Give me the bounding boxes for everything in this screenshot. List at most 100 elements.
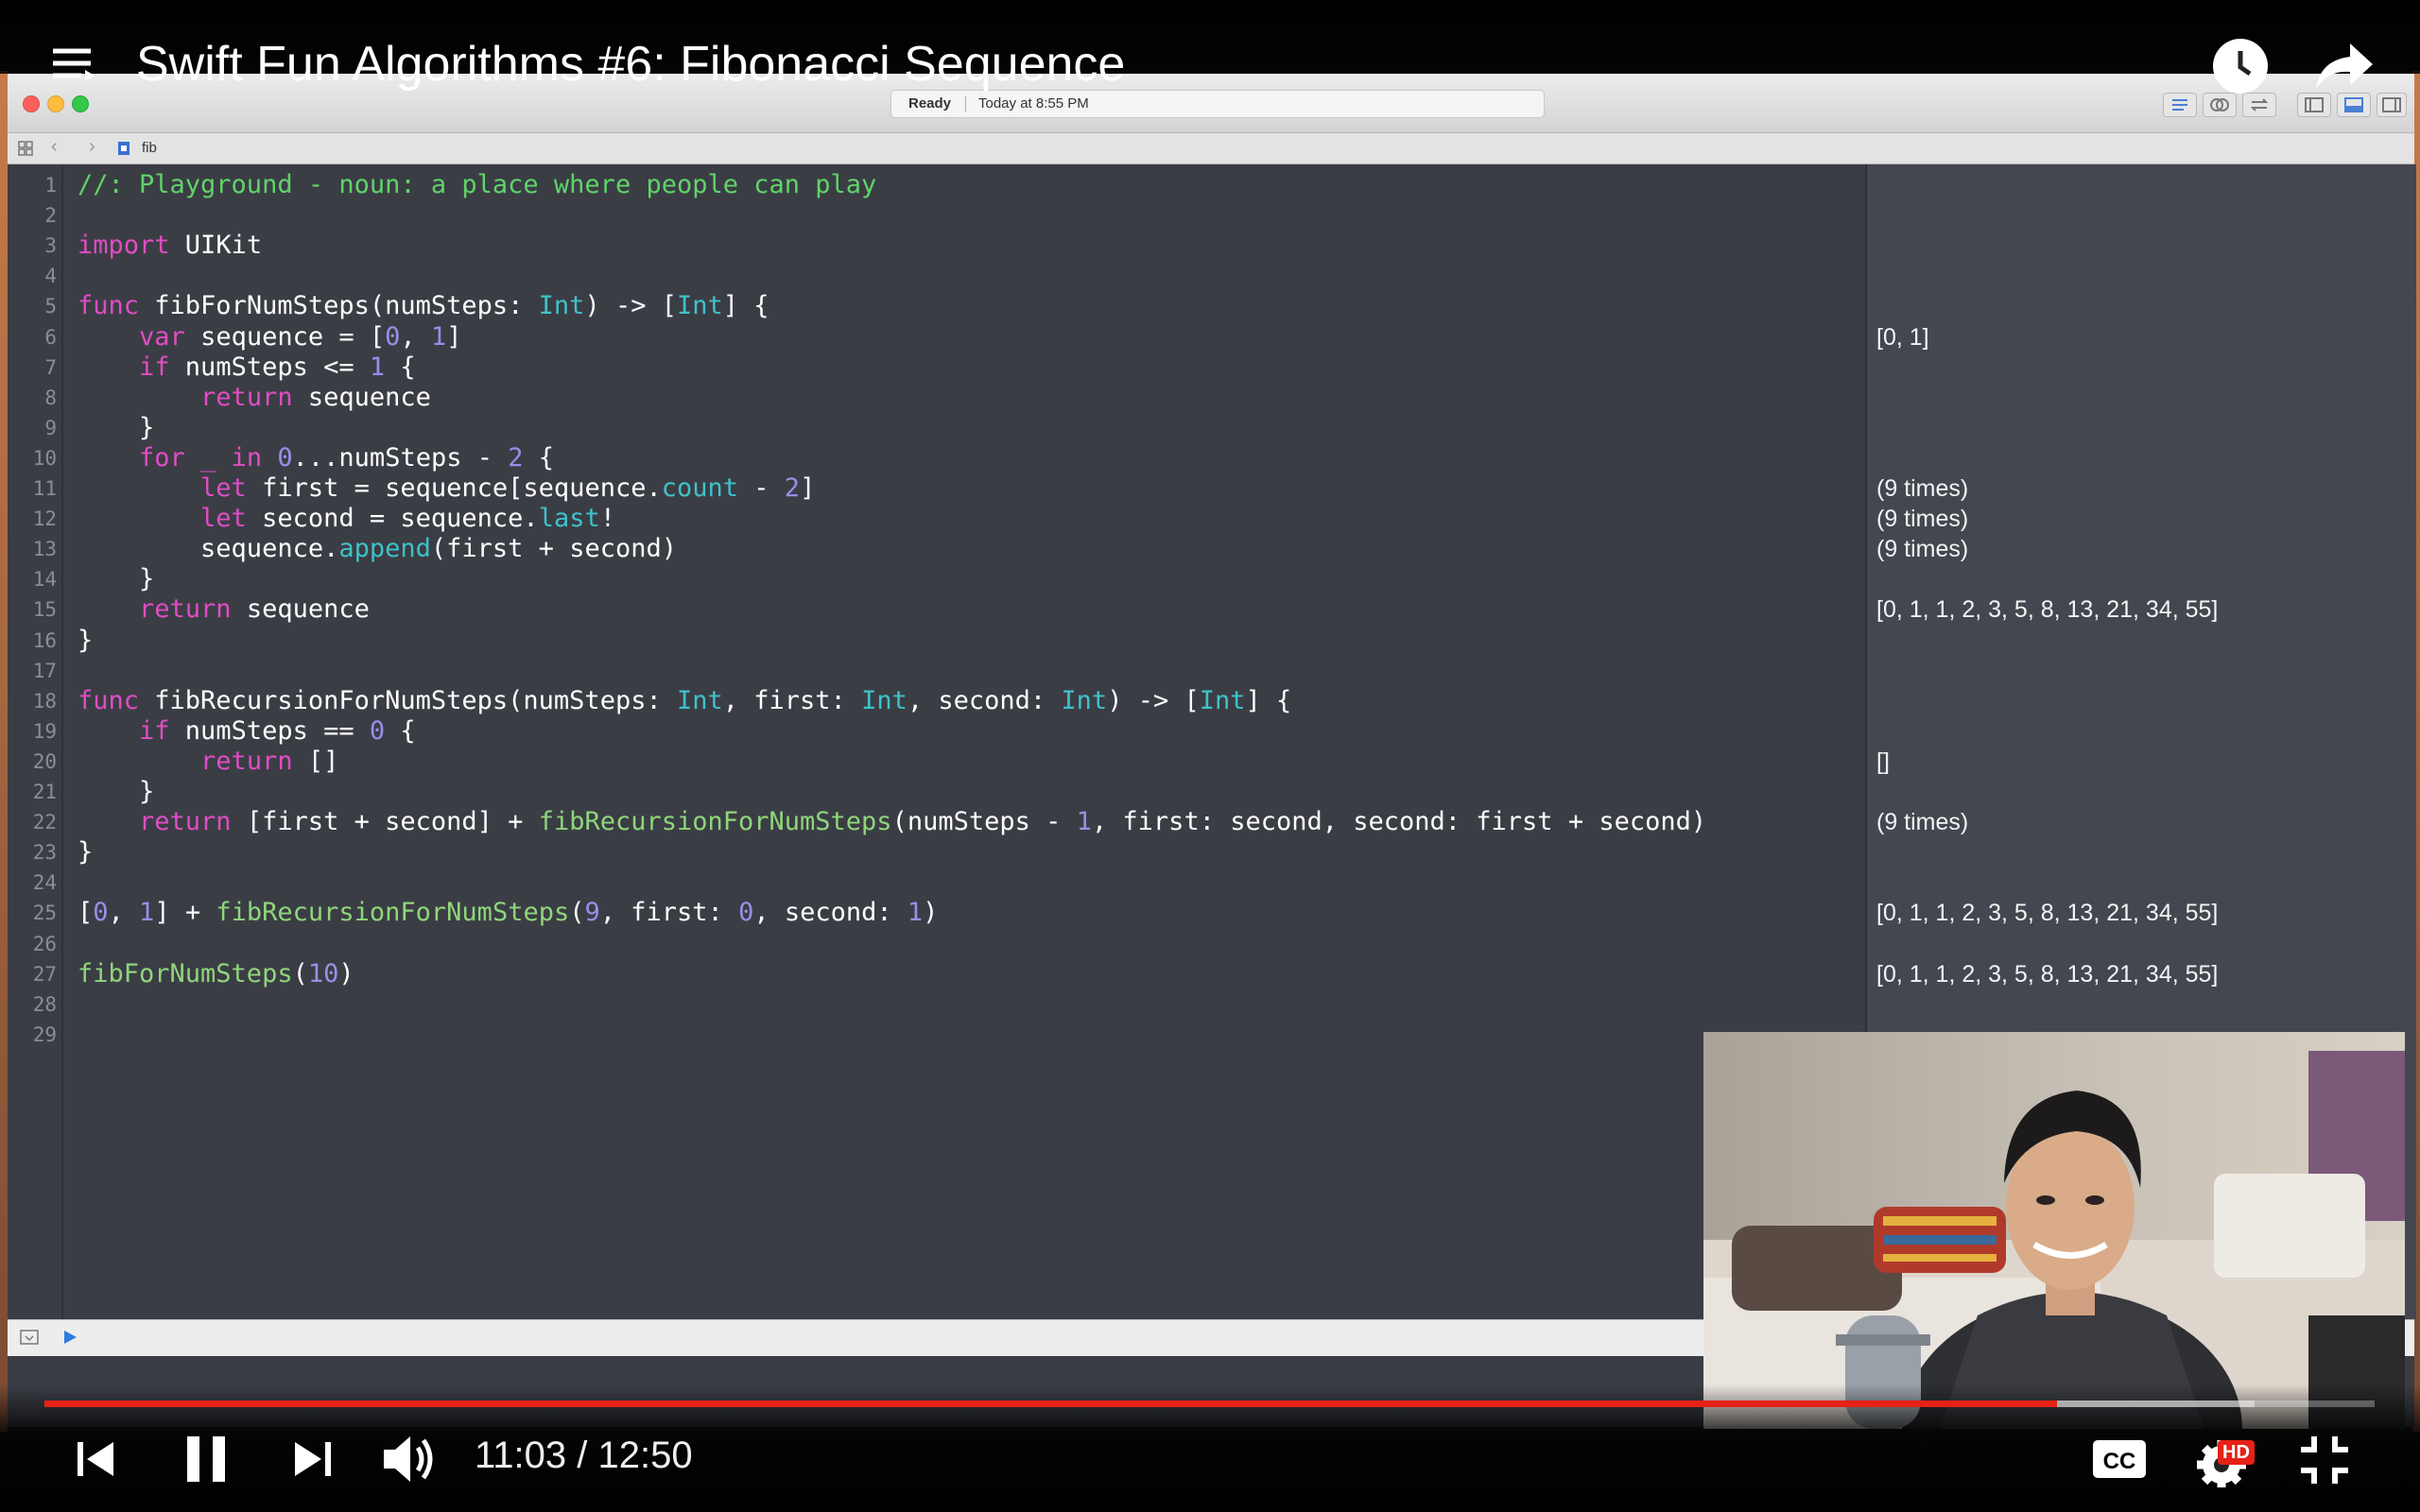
swift-file-icon <box>117 141 130 160</box>
line-number: 18 <box>32 689 57 713</box>
code-line[interactable]: fibForNumSteps(10) <box>78 959 354 988</box>
code-token: numSteps <= <box>169 352 370 382</box>
volume-icon[interactable] <box>382 1433 441 1490</box>
code-token: if <box>139 352 170 382</box>
code-line[interactable]: let second = sequence.last! <box>78 504 615 533</box>
result-value[interactable]: [0, 1, 1, 2, 3, 5, 8, 13, 21, 34, 55] <box>1876 900 2218 927</box>
result-value[interactable]: (9 times) <box>1876 536 1968 563</box>
share-arrow-icon[interactable] <box>2314 42 2375 95</box>
line-number: 25 <box>32 902 57 925</box>
code-token: [] <box>292 746 339 776</box>
standard-editor-icon[interactable] <box>2163 93 2197 117</box>
closed-captions-icon[interactable]: CC <box>2093 1440 2146 1483</box>
code-token: ! <box>599 504 615 534</box>
code-token: , first: <box>599 898 739 928</box>
code-token: sequence <box>292 382 431 412</box>
breadcrumb-file[interactable]: fib <box>142 140 157 156</box>
video-title[interactable]: Swift Fun Algorithms #6: Fibonacci Seque… <box>136 36 1125 93</box>
result-value[interactable]: (9 times) <box>1876 809 1968 836</box>
code-line[interactable]: return [] <box>78 747 338 776</box>
code-line[interactable]: return sequence <box>78 594 370 624</box>
line-number: 3 <box>44 234 57 258</box>
back-arrow-icon[interactable]: ‹ <box>51 136 58 158</box>
code-token: fibRecursionForNumSteps <box>538 807 892 837</box>
exit-fullscreen-icon[interactable] <box>2299 1435 2350 1490</box>
related-items-icon[interactable] <box>17 140 34 161</box>
code-line[interactable]: if numSteps == 0 { <box>78 716 416 746</box>
status-state: Ready <box>908 95 952 112</box>
code-token: 2 <box>508 442 524 472</box>
pause-icon[interactable] <box>185 1435 227 1488</box>
code-token: Int <box>1199 685 1246 715</box>
skip-previous-icon[interactable] <box>76 1438 117 1485</box>
code-line[interactable]: //: Playground - noun: a place where peo… <box>78 170 876 199</box>
code-line[interactable]: let first = sequence[sequence.count - 2] <box>78 473 815 503</box>
code-token: last <box>538 504 600 534</box>
code-line[interactable]: func fibRecursionForNumSteps(numSteps: I… <box>78 686 1291 715</box>
activity-status-box: Ready Today at 8:55 PM <box>890 90 1545 118</box>
line-number: 6 <box>44 325 57 349</box>
line-number: 7 <box>44 355 57 379</box>
code-editor[interactable]: //: Playground - noun: a place where peo… <box>63 164 1863 1319</box>
code-line[interactable]: var sequence = [0, 1] <box>78 322 461 352</box>
code-line[interactable]: } <box>78 564 154 593</box>
code-token: (numSteps - <box>891 807 1077 837</box>
debug-area-toggle-icon[interactable] <box>2337 93 2371 117</box>
run-playground-icon[interactable] <box>60 1328 79 1351</box>
window-close-button[interactable] <box>23 95 40 112</box>
code-line[interactable]: return sequence <box>78 383 431 412</box>
window-zoom-button[interactable] <box>72 95 89 112</box>
line-number: 10 <box>32 446 57 470</box>
result-value[interactable]: [0, 1] <box>1876 324 1929 352</box>
code-token: 0 <box>738 898 754 928</box>
forward-arrow-icon[interactable]: › <box>89 136 95 158</box>
line-number-gutter: 1 2 3 4 5 6 7 8 9 10 11 12 13 14 15 16 17 18 19 20 21 22 23 24 2… <box>8 164 63 1319</box>
code-line[interactable]: for _ in 0...numSteps - 2 { <box>78 443 554 472</box>
code-token: ) -> [ <box>584 291 677 321</box>
code-line[interactable]: if numSteps <= 1 { <box>78 352 416 382</box>
result-value[interactable]: [] <box>1876 748 1890 776</box>
menu-icon[interactable] <box>53 47 95 90</box>
navigator-toggle-icon[interactable] <box>2297 93 2331 117</box>
code-token: ( <box>569 898 585 928</box>
video-player[interactable]: Ready Today at 8:55 PM ‹ › fib 1 2 3 4 5… <box>0 0 2420 1512</box>
code-token: ) <box>338 958 354 988</box>
result-value[interactable]: (9 times) <box>1876 506 1968 533</box>
line-number: 29 <box>32 1022 57 1046</box>
code-token: return <box>200 382 293 412</box>
result-value[interactable]: [0, 1, 1, 2, 3, 5, 8, 13, 21, 34, 55] <box>1876 596 2218 624</box>
code-line[interactable]: import UIKit <box>78 231 262 260</box>
code-token: ) -> [ <box>1107 685 1200 715</box>
code-line[interactable]: [0, 1] + fibRecursionForNumSteps(9, firs… <box>78 898 938 927</box>
code-token: 1 <box>907 898 924 928</box>
line-number: 16 <box>32 628 57 652</box>
code-line[interactable]: func fibForNumSteps(numSteps: Int) -> [I… <box>78 291 769 320</box>
code-token: 0 <box>385 321 401 352</box>
code-line[interactable]: } <box>78 837 93 867</box>
code-line[interactable]: } <box>78 626 93 655</box>
code-token: fibRecursionForNumSteps <box>216 898 570 928</box>
code-line[interactable]: sequence.append(first + second) <box>78 534 677 563</box>
code-line[interactable]: } <box>78 413 154 442</box>
code-token: } <box>78 564 155 594</box>
code-token: Int <box>677 291 723 321</box>
line-number: 19 <box>32 719 57 743</box>
code-token: ...numSteps - <box>292 442 509 472</box>
code-token: 10 <box>307 958 339 988</box>
result-value[interactable]: [0, 1, 1, 2, 3, 5, 8, 13, 21, 34, 55] <box>1876 961 2218 988</box>
result-value[interactable]: (9 times) <box>1876 475 1968 503</box>
hd-badge: HD <box>2218 1440 2255 1465</box>
progress-bar[interactable] <box>44 1400 2375 1407</box>
skip-next-icon[interactable] <box>291 1438 333 1485</box>
code-line[interactable]: } <box>78 777 154 806</box>
watch-later-clock-icon[interactable] <box>2212 38 2269 99</box>
utilities-toggle-icon[interactable] <box>2377 93 2407 117</box>
code-token: 0 <box>277 442 293 472</box>
window-minimize-button[interactable] <box>47 95 64 112</box>
code-line[interactable]: return [first + second] + fibRecursionFo… <box>78 807 1706 836</box>
hide-debug-area-icon[interactable] <box>19 1329 40 1350</box>
